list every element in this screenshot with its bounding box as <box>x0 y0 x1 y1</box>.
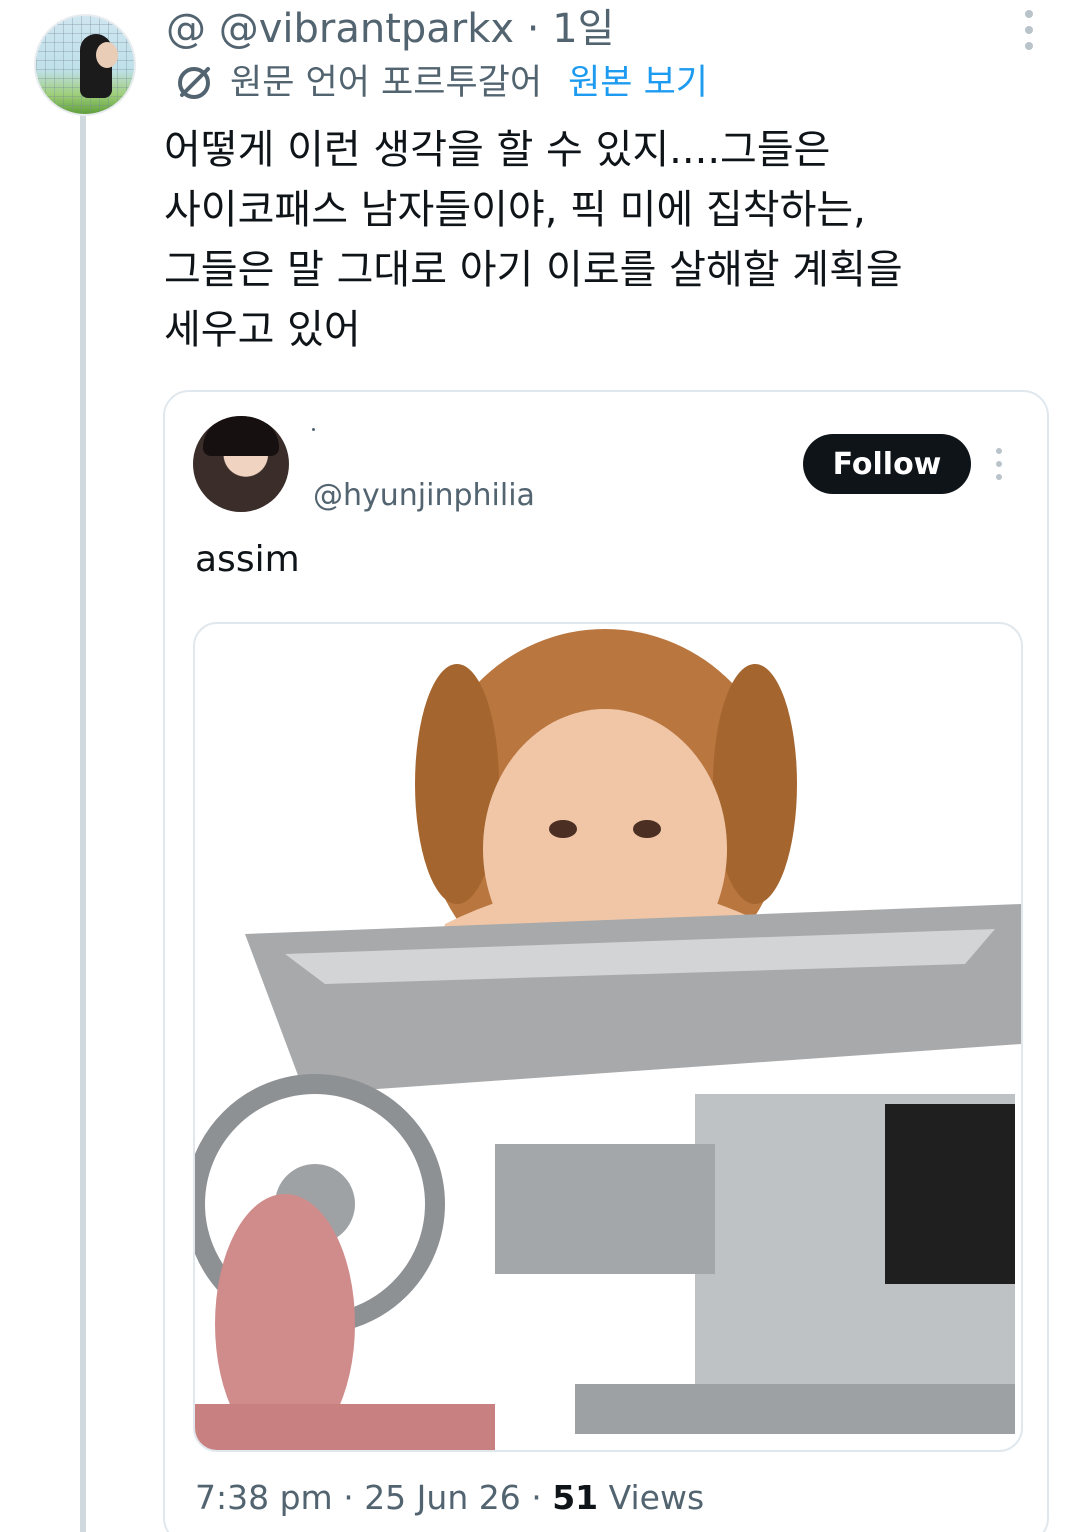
quoted-tweet-image[interactable] <box>193 622 1023 1452</box>
follow-button[interactable]: Follow <box>803 434 971 494</box>
quoted-tweet-date[interactable]: 25 Jun 26 <box>364 1478 521 1517</box>
show-original-link[interactable]: 원본 보기 <box>568 60 708 106</box>
tweet-text-line: 어떻게 이런 생각을 할 수 있지....그들은 <box>164 127 831 173</box>
tweet-header: @ @vibrantparkx · 1일 <box>166 4 614 54</box>
quoted-more-options-icon[interactable] <box>995 448 1003 480</box>
quoted-tweet-meta: 7:38 pm · 25 Jun 26 · 51 Views <box>195 1476 704 1520</box>
author-handle[interactable]: @vibrantparkx <box>219 6 514 52</box>
more-options-icon[interactable] <box>1022 10 1036 50</box>
tweet-text-line: 그들은 말 그대로 아기 이로를 살해할 계획을 <box>164 247 903 293</box>
author-display-name[interactable]: @ <box>166 6 206 52</box>
views-label: Views <box>598 1478 705 1517</box>
tweet-page: @ @vibrantparkx · 1일 원문 언어 포르투갈어 원본 보기 어… <box>0 0 1080 1532</box>
author-avatar[interactable] <box>34 14 136 116</box>
translation-row: 원문 언어 포르투갈어 원본 보기 <box>172 60 708 106</box>
media-illustration <box>195 629 1021 1450</box>
quoted-author-handle[interactable]: @hyunjinphilia <box>313 476 535 516</box>
tweet-text-line: 세우고 있어 <box>164 307 361 353</box>
quoted-tweet-card[interactable]: @hyunjinphilia Follow assim 7:38 pm · 25… <box>163 390 1049 1532</box>
translation-label: 원문 언어 포르투갈어 <box>230 63 543 103</box>
thread-line <box>80 112 86 1532</box>
tweet-text: 어떻게 이런 생각을 할 수 있지....그들은 사이코패스 남자들이야, 픽 … <box>164 120 1044 360</box>
views-count: 51 <box>552 1478 599 1517</box>
quoted-tweet-time[interactable]: 7:38 pm <box>195 1478 333 1517</box>
quoted-author-avatar[interactable] <box>193 416 289 512</box>
translate-icon <box>178 67 210 99</box>
tweet-text-line: 사이코패스 남자들이야, 픽 미에 집착하는, <box>164 187 866 233</box>
quoted-author-display-name <box>312 428 315 431</box>
header-separator: · <box>514 6 553 52</box>
quoted-tweet-text: assim <box>195 539 300 580</box>
meta-separator: · <box>332 1478 365 1517</box>
meta-separator: · <box>520 1478 553 1517</box>
tweet-timestamp[interactable]: 1일 <box>552 6 614 52</box>
